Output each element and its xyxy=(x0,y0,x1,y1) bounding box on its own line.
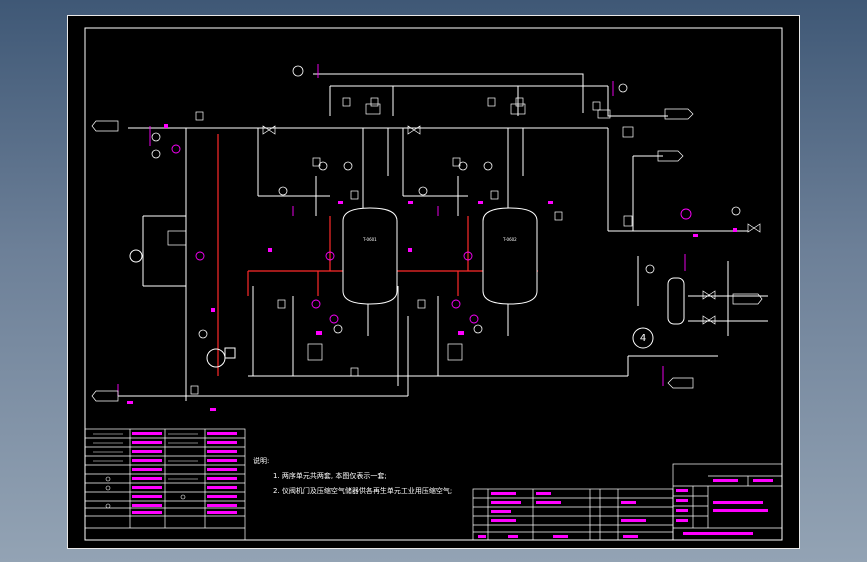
notes-item-2: 2. 仪阀机门及压缩空气储器供各再生单元工业用压缩空气; xyxy=(273,487,453,495)
title-block-entries xyxy=(676,479,773,535)
valves xyxy=(167,97,761,395)
instruments-white xyxy=(151,65,741,339)
svg-text:T-0601: T-0601 xyxy=(362,237,377,242)
magenta-tags xyxy=(117,64,692,396)
cad-viewport: T-0601 T-0602 4 说明: 1. 两序单元共两套, 本图仅表示一套;… xyxy=(0,0,867,562)
top-piping xyxy=(118,73,768,401)
vessels: T-0601 T-0602 xyxy=(129,207,685,368)
parts-list-entries xyxy=(478,492,646,538)
legend-color-swatches xyxy=(132,432,237,514)
notes-heading: 说明: xyxy=(253,457,270,465)
legend-table xyxy=(84,428,246,541)
parts-list xyxy=(472,488,674,541)
balloon-4-number: 4 xyxy=(640,333,646,344)
off-page-connectors xyxy=(91,108,763,402)
drawing-sheet: T-0601 T-0602 4 说明: 1. 两序单元共两套, 本图仅表示一套;… xyxy=(67,15,800,549)
notes-item-1: 1. 两序单元共两套, 本图仅表示一套; xyxy=(273,472,387,480)
process-flow-diagram: T-0601 T-0602 4 xyxy=(84,27,783,541)
svg-text:T-0602: T-0602 xyxy=(502,237,517,242)
